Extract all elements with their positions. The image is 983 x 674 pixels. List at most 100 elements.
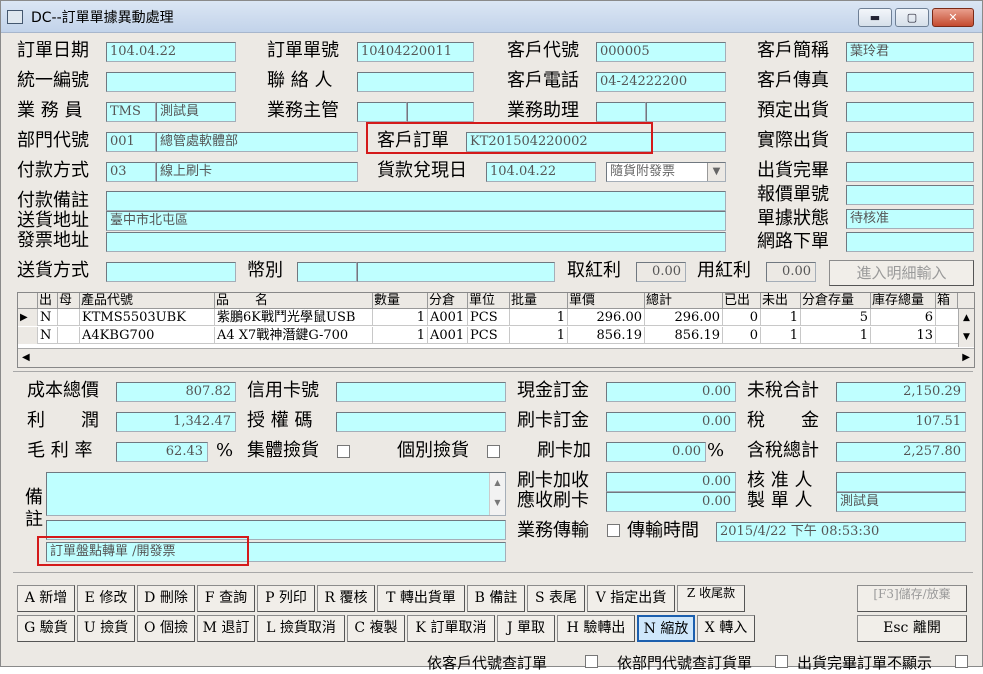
cell[interactable]: N <box>38 309 58 326</box>
note-button[interactable]: B 備註 <box>467 585 525 612</box>
scroll-right-icon[interactable]: ▶ <box>962 349 970 367</box>
cancel-order-button[interactable]: K 訂單取消 <box>407 615 495 642</box>
cell[interactable]: 856.19 <box>568 327 645 344</box>
cust-phone-field[interactable]: 04-24222200 <box>596 72 726 92</box>
cell[interactable]: A001 <box>428 309 468 326</box>
card-fee-field[interactable]: 0.00 <box>606 472 736 492</box>
quote-no-field[interactable] <box>846 185 974 205</box>
cell[interactable] <box>58 309 80 326</box>
inv-addr-field[interactable] <box>106 232 726 252</box>
sales-asst-code-field[interactable] <box>596 102 646 122</box>
chevron-down-icon[interactable]: ▼ <box>707 163 725 181</box>
table-row[interactable]: ▶ N KTMS5503UBK 紫鵬6K戰鬥光學鼠USB 1 A001 PCS … <box>18 309 974 326</box>
cell[interactable]: 0 <box>723 309 761 326</box>
actual-ship-field[interactable] <box>846 132 974 152</box>
dept-code-field[interactable]: 001 <box>106 132 156 152</box>
minimize-button[interactable]: ▬ <box>858 8 892 27</box>
inspect-button[interactable]: G 驗貨 <box>17 615 75 642</box>
card-add-field[interactable]: 0.00 <box>606 442 706 462</box>
ship-addr-field[interactable]: 臺中市北屯區 <box>106 211 726 231</box>
web-order-field[interactable] <box>846 232 974 252</box>
scroll-up-icon[interactable]: ▲ <box>959 309 974 328</box>
cust-short-field[interactable]: 葉玲君 <box>846 42 974 62</box>
footer-button[interactable]: S 表尾 <box>527 585 585 612</box>
cell[interactable]: A4KBG700 <box>80 327 215 344</box>
ship-done-field[interactable] <box>846 162 974 182</box>
cell[interactable] <box>58 327 80 344</box>
order-no-field[interactable]: 10404220011 <box>357 42 474 62</box>
order-date-field[interactable]: 104.04.22 <box>106 42 236 62</box>
cost-field[interactable]: 807.82 <box>116 382 236 402</box>
pay-note-field[interactable] <box>106 191 726 211</box>
trans-time-field[interactable]: 2015/4/22 下午 08:53:30 <box>716 522 966 542</box>
card-recv-field[interactable]: 0.00 <box>606 492 736 512</box>
tax-id-field[interactable] <box>106 72 236 92</box>
sales-name-field[interactable]: 測試員 <box>156 102 236 122</box>
sales-mgr-name-field[interactable] <box>407 102 474 122</box>
cell[interactable]: A001 <box>428 327 468 344</box>
query-button[interactable]: F 查詢 <box>197 585 255 612</box>
return-button[interactable]: M 退訂 <box>197 615 255 642</box>
currency-code-field[interactable] <box>297 262 357 282</box>
cust-fax-field[interactable] <box>846 72 974 92</box>
sales-mgr-code-field[interactable] <box>357 102 407 122</box>
single-pick-checkbox[interactable] <box>487 445 500 458</box>
cell[interactable]: 296.00 <box>645 309 723 326</box>
pick-button[interactable]: U 撿貨 <box>77 615 135 642</box>
total-field[interactable]: 2,257.80 <box>836 442 966 462</box>
profit-field[interactable]: 1,342.47 <box>116 412 236 432</box>
scroll-down-icon[interactable]: ▼ <box>959 328 974 347</box>
approver-field[interactable] <box>836 472 966 492</box>
auth-field[interactable] <box>336 412 506 432</box>
untaxed-field[interactable]: 2,150.29 <box>836 382 966 402</box>
close-button[interactable]: ✕ <box>932 8 974 27</box>
card-no-field[interactable] <box>336 382 506 402</box>
cell[interactable]: 6 <box>871 309 936 326</box>
save-button[interactable]: [F3]儲存/放棄 <box>857 585 967 612</box>
detail-input-button[interactable]: 進入明細輸入 <box>829 260 974 286</box>
take-button[interactable]: J 單取 <box>497 615 555 642</box>
currency-name-field[interactable] <box>357 262 555 282</box>
exit-button[interactable]: Esc 離開 <box>857 615 967 642</box>
grid-vscrollbar[interactable]: ▲ ▼ <box>958 309 974 347</box>
cell[interactable]: 1 <box>510 327 568 344</box>
edit-button[interactable]: E 修改 <box>77 585 135 612</box>
margin-field[interactable]: 62.43 <box>116 442 208 462</box>
status-field[interactable]: 待核准 <box>846 209 974 229</box>
table-row[interactable]: N A4KBG700 A4 X7戰神潛鍵G-700 1 A001 PCS 1 8… <box>18 327 974 344</box>
take-bonus-field[interactable]: 0.00 <box>636 262 686 282</box>
cell[interactable]: 5 <box>801 309 871 326</box>
card-order-field[interactable]: 0.00 <box>606 412 736 432</box>
zoom-button[interactable]: N 縮放 <box>637 615 695 642</box>
cash-date-field[interactable]: 104.04.22 <box>486 162 596 182</box>
cell[interactable]: KTMS5503UBK <box>80 309 215 326</box>
cell[interactable]: 1 <box>761 327 801 344</box>
cell[interactable]: 0 <box>723 327 761 344</box>
cell[interactable]: 1 <box>510 309 568 326</box>
delete-button[interactable]: D 刪除 <box>137 585 195 612</box>
pay-code-field[interactable]: 03 <box>106 162 156 182</box>
to-shipment-button[interactable]: T 轉出貨單 <box>377 585 465 612</box>
cell[interactable]: N <box>38 327 58 344</box>
dept-name-field[interactable]: 總管處軟體部 <box>156 132 358 152</box>
cell[interactable]: 856.19 <box>645 327 723 344</box>
cancel-pick-button[interactable]: L 撿貨取消 <box>257 615 345 642</box>
cust-code-field[interactable]: 000005 <box>596 42 726 62</box>
scroll-left-icon[interactable]: ◀ <box>22 349 30 367</box>
sales-trans-checkbox[interactable] <box>607 524 620 537</box>
sales-code-field[interactable]: TMS <box>106 102 156 122</box>
cell[interactable]: 1 <box>761 309 801 326</box>
opt-dept-checkbox[interactable] <box>775 655 788 668</box>
cell[interactable]: 1 <box>801 327 871 344</box>
pay-name-field[interactable]: 線上刷卡 <box>156 162 358 182</box>
grid-hscrollbar[interactable]: ◀ ▶ <box>18 348 974 367</box>
cell[interactable]: A4 X7戰神潛鍵G-700 <box>215 327 373 344</box>
review-button[interactable]: R 覆核 <box>317 585 375 612</box>
cash-order-field[interactable]: 0.00 <box>606 382 736 402</box>
invoice-mode-select[interactable]: 隨貨附發票 ▼ <box>606 162 726 182</box>
cell[interactable]: PCS <box>468 309 510 326</box>
opt-hide-checkbox[interactable] <box>955 655 968 668</box>
planned-ship-field[interactable] <box>846 102 974 122</box>
opt-cust-checkbox[interactable] <box>585 655 598 668</box>
cell[interactable]: 13 <box>871 327 936 344</box>
